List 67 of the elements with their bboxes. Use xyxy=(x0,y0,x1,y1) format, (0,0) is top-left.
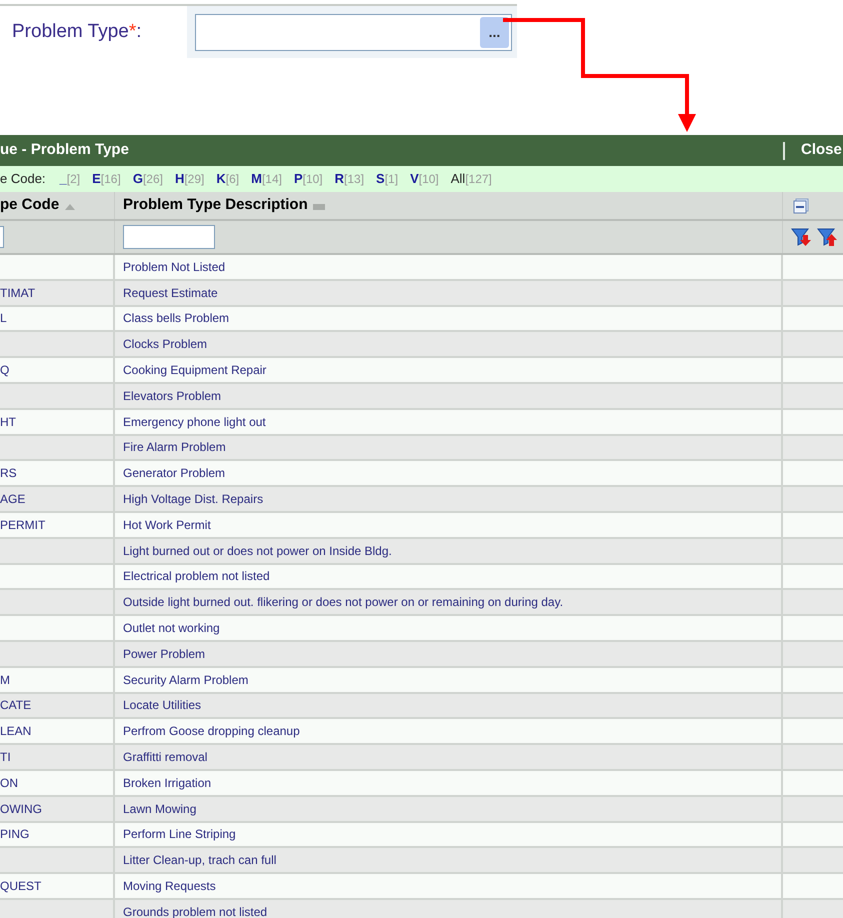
description-cell-text: High Voltage Dist. Repairs xyxy=(123,491,264,508)
code-filter-input[interactable] xyxy=(0,226,4,248)
code-cell-text: Q xyxy=(0,362,10,380)
description-cell-text: Outlet not working xyxy=(123,620,220,638)
code-cell-text: PING xyxy=(0,826,30,844)
description-cell-text: Moving Requests xyxy=(123,878,216,896)
code-cell-text: AGE xyxy=(0,491,26,508)
description-cell-text: Perfrom Goose dropping cleanup xyxy=(123,723,300,740)
code-cell-text: HT xyxy=(0,414,16,431)
code-cell-text: L xyxy=(0,310,7,328)
letter-filter-link[interactable]: G[26] xyxy=(132,169,163,189)
lookup-button[interactable]: ... xyxy=(480,16,509,48)
description-cell-text: Broken Irrigation xyxy=(123,774,212,792)
code-cell-text: CATE xyxy=(0,697,32,714)
code-cell-text: QUEST xyxy=(0,878,42,896)
letter-filter-link[interactable]: E[16] xyxy=(92,169,121,189)
letter-filter-link[interactable]: All[127] xyxy=(450,169,492,189)
filter-down-icon[interactable] xyxy=(791,227,813,247)
description-cell-text: Security Alarm Problem xyxy=(123,672,248,689)
required-mark: * xyxy=(128,20,136,44)
description-cell-text: Power Problem xyxy=(123,646,206,663)
description-cell-text: Elevators Problem xyxy=(123,388,222,405)
filter-label: e Code: xyxy=(0,170,46,188)
description-cell-text: Graffitti removal xyxy=(123,749,208,766)
code-cell-text: TI xyxy=(0,749,11,766)
letter-filter-link[interactable]: R[13] xyxy=(334,169,364,189)
code-cell-text: PERMIT xyxy=(0,516,46,534)
description-cell-text: Emergency phone light out xyxy=(123,414,266,431)
description-cell-text: Cooking Equipment Repair xyxy=(123,362,266,380)
input-field[interactable]: ... xyxy=(195,14,512,50)
description-cell-text: Electrical problem not listed xyxy=(123,568,270,586)
letter-filter-link[interactable]: K[6] xyxy=(216,169,240,189)
field-label: Problem Type xyxy=(12,20,129,44)
code-cell-text: OWING xyxy=(0,800,42,818)
description-cell-text: Lawn Mowing xyxy=(123,800,196,818)
code-cell-text: TIMAT xyxy=(0,284,36,302)
column-header[interactable]: Problem Type Description xyxy=(123,194,308,217)
description-cell-text: Hot Work Permit xyxy=(123,516,211,534)
description-cell-text: Light burned out or does not power on Inside Bldg. xyxy=(123,542,392,560)
description-cell-text: Litter Clean-up, trach can full xyxy=(123,852,276,870)
description-cell-text: Locate Utilities xyxy=(123,697,202,714)
column-header[interactable]: pe Code xyxy=(0,194,60,217)
code-cell-text: ON xyxy=(0,774,18,792)
code-cell-text: M xyxy=(0,672,10,689)
description-cell-text: Problem Not Listed xyxy=(123,258,226,276)
filter-up-icon[interactable] xyxy=(817,227,839,247)
description-cell-text: Grounds problem not listed xyxy=(123,904,268,918)
description-cell-text: Clocks Problem xyxy=(123,336,208,354)
letter-filter-link[interactable]: M[14] xyxy=(251,169,282,189)
dialog-title: ue - Problem Type xyxy=(0,140,130,160)
description-cell-text: Generator Problem xyxy=(123,465,226,482)
description-cell-text: Fire Alarm Problem xyxy=(123,439,226,456)
description-cell-text: Request Estimate xyxy=(123,284,218,302)
letter-filter-link[interactable]: S[1] xyxy=(376,169,398,189)
description-cell-text: Class bells Problem xyxy=(123,310,230,328)
letter-filter-link[interactable]: P[10] xyxy=(294,169,323,189)
field-colon: : xyxy=(136,20,142,44)
code-cell-text: RS xyxy=(0,465,17,482)
letter-filter-link[interactable]: _[2] xyxy=(60,169,80,189)
collapse-icon[interactable] xyxy=(793,198,809,214)
description-filter-input[interactable] xyxy=(123,225,215,249)
description-cell-text: Perform Line Striping xyxy=(123,826,236,844)
code-cell-text: LEAN xyxy=(0,723,32,740)
close-button[interactable]: Close xyxy=(785,139,842,162)
letter-filter-link[interactable]: H[29] xyxy=(174,169,204,189)
description-cell-text: Outside light burned out. flikering or does not power on or remaining on during day. xyxy=(123,594,564,612)
letter-filter-link[interactable]: V[10] xyxy=(410,169,439,189)
